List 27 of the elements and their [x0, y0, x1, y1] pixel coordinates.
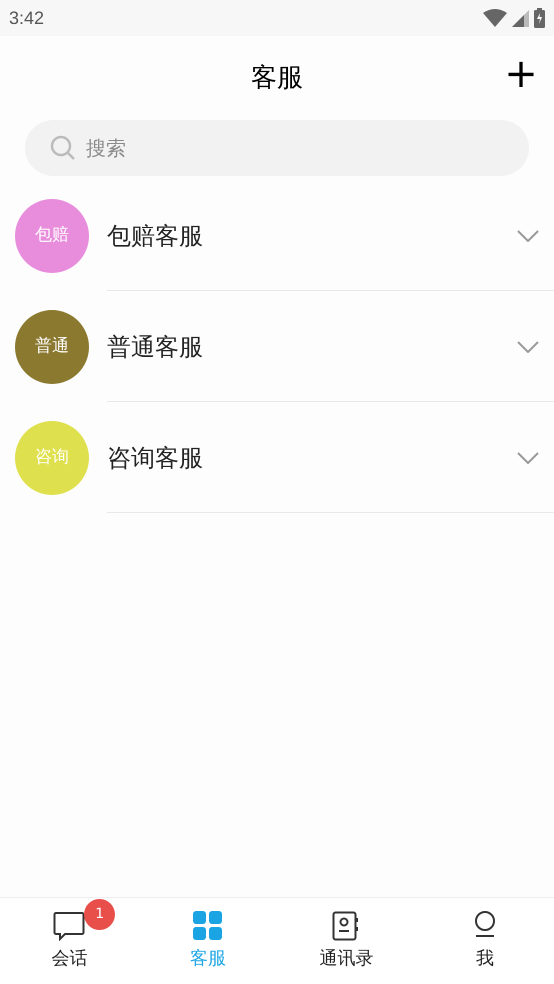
chevron-down-icon	[517, 452, 539, 464]
group-row[interactable]: 包赔 包赔客服	[0, 180, 554, 291]
search-field[interactable]: 搜索	[25, 120, 529, 176]
wifi-icon	[483, 9, 507, 27]
group-name: 包赔客服	[107, 220, 204, 252]
avatar: 普通	[15, 310, 89, 384]
avatar: 包赔	[15, 198, 89, 272]
avatar: 咨询	[15, 420, 89, 494]
add-button[interactable]: +	[504, 54, 538, 94]
nav-tab[interactable]: 我	[416, 898, 554, 984]
battery-icon	[534, 8, 545, 28]
chevron-down-icon	[517, 230, 539, 242]
group-row[interactable]: 普通 普通客服	[0, 291, 554, 402]
nav-tab[interactable]: 1 会话	[0, 898, 138, 984]
group-row[interactable]: 咨询 咨询客服	[0, 402, 554, 513]
contact-book-icon	[332, 910, 360, 940]
signal-icon	[512, 10, 529, 26]
status-time: 3:42	[9, 6, 44, 30]
group-name: 咨询客服	[107, 442, 204, 474]
search-icon	[50, 135, 76, 161]
nav-tab[interactable]: 通讯录	[277, 898, 416, 984]
group-name: 普通客服	[107, 332, 204, 362]
page-title: 客服	[251, 62, 303, 94]
chat-bubble-icon	[53, 910, 86, 940]
unread-badge: 1	[84, 898, 116, 930]
grid-icon	[192, 910, 223, 940]
chevron-down-icon	[517, 340, 539, 352]
